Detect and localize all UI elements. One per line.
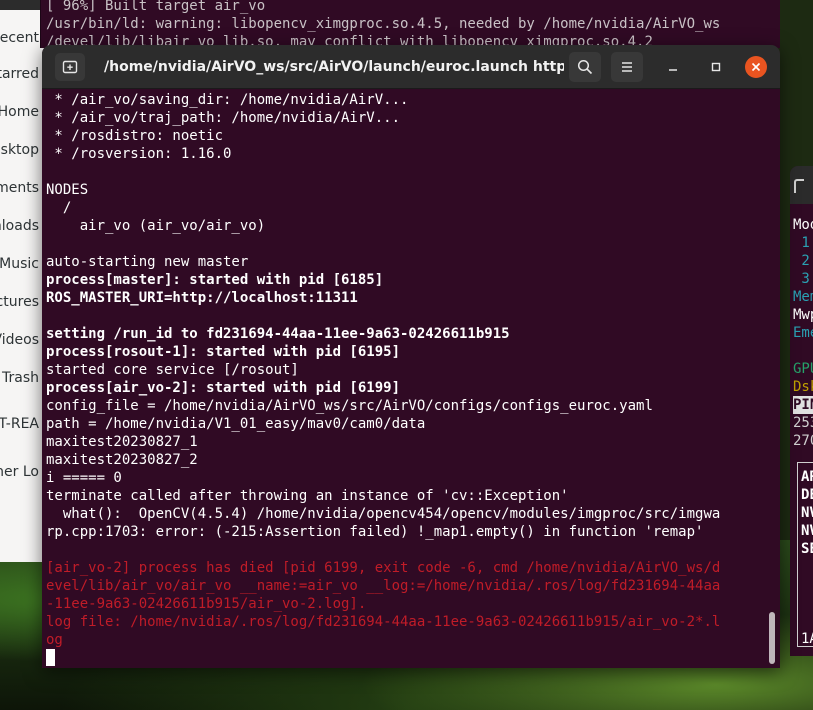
right-terminal-line: PIN: [793, 396, 813, 414]
terminal-error-line: log file: /home/nvidia/.ros/log/fd231694…: [46, 614, 721, 630]
menu-button[interactable]: [611, 52, 643, 82]
search-button[interactable]: [569, 52, 601, 82]
terminal-line: air_vo (air_vo/air_vo): [46, 218, 266, 234]
right-terminal-tab-icon: [794, 179, 804, 193]
sidebar-item-downloads[interactable]: Downloads: [0, 215, 48, 237]
bg-terminal-line: [ 96%] Built target air_vo: [46, 0, 266, 14]
terminal-line: path = /home/nvidia/V1_01_easy/mav0/cam0…: [46, 416, 426, 432]
minimize-icon: [669, 69, 677, 71]
right-terminal-line: 2: [793, 253, 810, 269]
right-terminal-titlebar: [790, 166, 813, 204]
maximize-button[interactable]: [705, 56, 727, 78]
terminal-line: * /air_vo/traj_path: /home/nvidia/AirV..…: [46, 110, 401, 126]
sidebar-item-trash[interactable]: Trash: [0, 367, 48, 389]
sidebar-item-videos[interactable]: Videos: [0, 329, 48, 351]
right-terminal-line: 3: [793, 271, 810, 287]
terminal-window[interactable]: /home/nvidia/AirVO_ws/src/AirVO/launch/e…: [42, 45, 780, 668]
search-icon: [577, 59, 593, 75]
right-terminal-line: Eme: [793, 325, 813, 341]
close-icon: [751, 62, 761, 72]
right-terminal-line: Dsk: [793, 379, 813, 395]
sidebar-item-device[interactable]: UT-REA: [0, 413, 48, 435]
terminal-output[interactable]: og log file: /home/nvidia/.ros/log/fd2316…: [42, 89, 780, 668]
terminal-line: what(): OpenCV(4.5.4) /home/nvidia/openc…: [46, 506, 721, 522]
sidebar-item-starred[interactable]: Starred: [0, 63, 48, 85]
terminal-line: setting /run_id to fd231694-44aa-11ee-9a…: [46, 326, 510, 342]
scrollbar-thumb[interactable]: [769, 612, 775, 664]
terminal-line: * /air_vo/saving_dir: /home/nvidia/AirV.…: [46, 92, 409, 108]
terminal-line: started core service [/rosout]: [46, 362, 299, 378]
terminal-line: config_file = /home/nvidia/AirVO_ws/src/…: [46, 398, 653, 414]
terminal-line: maxitest20230827_1: [46, 434, 198, 450]
right-terminal-line: GPU: [793, 361, 813, 377]
terminal-line: rp.cpp:1703: error: (-215:Assertion fail…: [46, 524, 704, 540]
terminal-error-line: og: [46, 632, 63, 648]
terminal-line: ROS_MASTER_URI=http://localhost:11311: [46, 290, 358, 306]
terminal-line: maxitest20230827_2: [46, 452, 198, 468]
terminal-error-line: evel/lib/air_vo/air_vo __name:=air_vo __…: [46, 578, 721, 594]
minimize-button[interactable]: [662, 56, 684, 78]
text-cursor: [46, 649, 55, 666]
terminal-error-line: -11ee-9a63-02426611b915/air_vo-2.log].: [46, 596, 367, 612]
terminal-line: process[rosout-1]: started with pid [619…: [46, 344, 401, 360]
bg-terminal-line: /usr/bin/ld: warning: libopencv_ximgproc…: [46, 16, 721, 32]
terminal-line: * /rosversion: 1.16.0: [46, 146, 232, 162]
terminal-line: auto-starting new master: [46, 254, 249, 270]
maximize-icon: [711, 62, 721, 72]
right-terminal-line: 253: [793, 415, 813, 431]
terminal-line: process[master]: started with pid [6185]: [46, 272, 384, 288]
terminal-line: i ===== 0: [46, 470, 122, 486]
sidebar-item-documents[interactable]: Documents: [0, 177, 48, 199]
close-button[interactable]: [745, 56, 767, 78]
terminal-line: process[air_vo-2]: started with pid [619…: [46, 380, 401, 396]
sidebar-item-desktop[interactable]: Desktop: [0, 139, 48, 161]
hamburger-menu-icon: [622, 62, 632, 72]
right-terminal-line: 270: [793, 433, 813, 449]
terminal-line: * /rosdistro: noetic: [46, 128, 224, 144]
terminal-line: NODES: [46, 182, 89, 198]
window-title: /home/nvidia/AirVO_ws/src/AirVO/launch/e…: [104, 59, 564, 75]
sidebar-item-pictures[interactable]: Pictures: [0, 291, 48, 313]
terminal-error-line: [air_vo-2] process has died [pid 6199, e…: [46, 560, 721, 576]
file-manager-window: Recent Starred Home Desktop Documents Do…: [0, 0, 48, 562]
right-terminal-line: Mwp: [793, 307, 813, 323]
terminal-line: /: [46, 200, 72, 216]
right-terminal-panel-box: [797, 462, 813, 647]
new-tab-icon: [62, 60, 78, 74]
right-terminal-line: 1: [793, 235, 810, 251]
sidebar-item-music[interactable]: Music: [0, 253, 48, 275]
terminal-titlebar[interactable]: /home/nvidia/AirVO_ws/src/AirVO/launch/e…: [42, 45, 780, 89]
background-terminal[interactable]: [ 96%] Built target air_vo /usr/bin/ld: …: [40, 0, 780, 48]
right-terminal-line: Mod: [793, 217, 813, 233]
terminal-line: terminate called after throwing an insta…: [46, 488, 569, 504]
sidebar-item-other-locations[interactable]: Other Lo: [0, 461, 48, 483]
right-terminal-line: Mem: [793, 289, 813, 305]
new-tab-button[interactable]: [55, 53, 85, 81]
sidebar-item-home[interactable]: Home: [0, 101, 48, 123]
